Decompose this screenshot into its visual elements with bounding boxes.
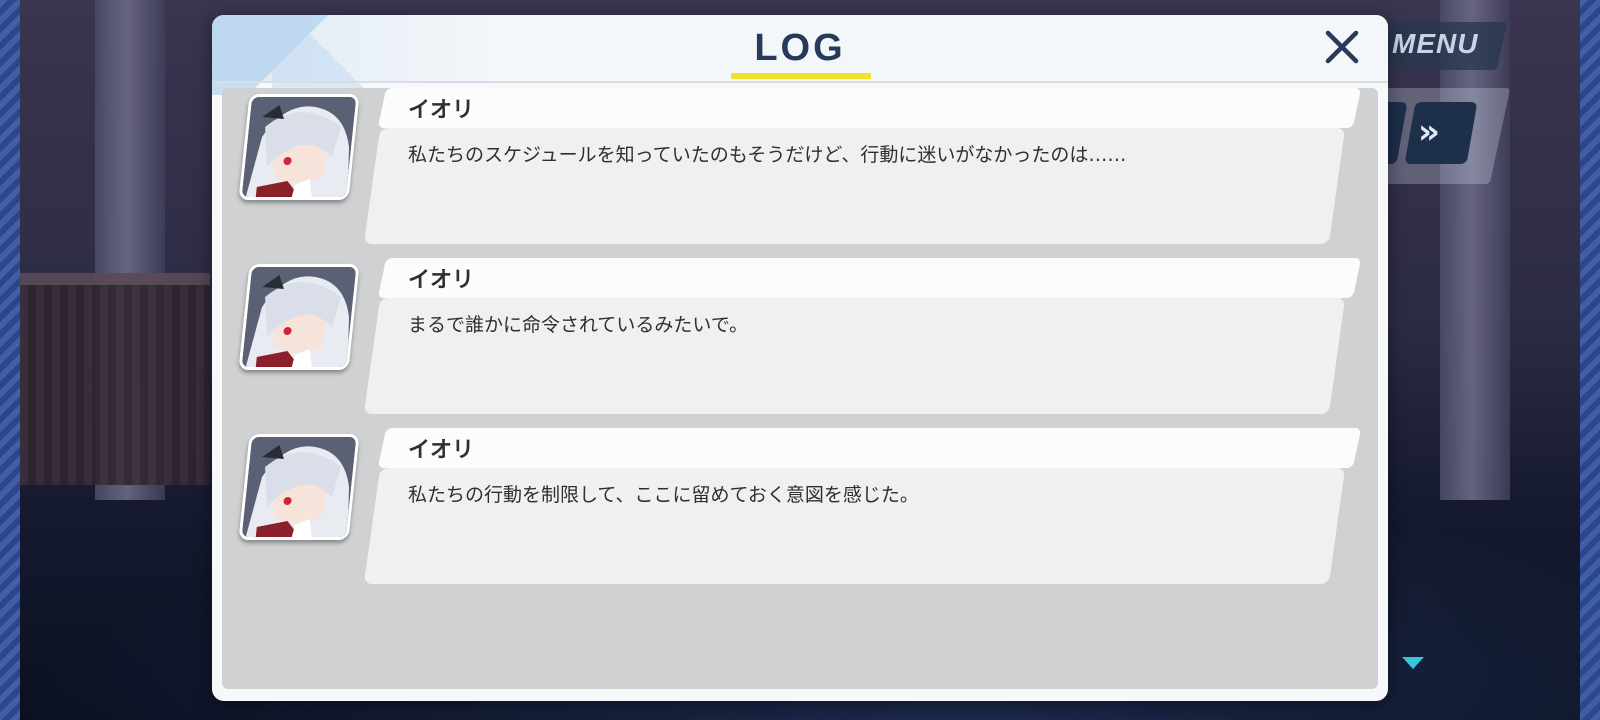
log-title: LOG [754,27,846,69]
dialogue-text: 私たちの行動を制限して、ここに留めておく意図を感じた。 [408,484,919,506]
speaker-name-bar [377,88,1362,128]
background-wall-panel [20,273,210,485]
log-header: LOG [212,15,1388,95]
dialogue-text: まるで誰かに命令されているみたいで。 [408,314,749,336]
speaker-portrait [238,94,360,200]
fast-forward-icon[interactable]: » [1418,112,1440,152]
speaker-name: イオリ [408,438,475,463]
title-underline [731,73,871,79]
log-entry: イオリ 私たちのスケジュールを知っていたのもそうだけど、行動に迷いがなかったのは… [222,88,1378,258]
speaker-portrait [238,264,360,370]
next-indicator-icon [1402,657,1424,669]
skip-button[interactable] [1404,102,1478,164]
log-entry: イオリ まるで誰かに命令されているみたいで。 [222,258,1378,428]
iori-portrait-image [238,97,360,197]
speaker-name: イオリ [408,268,475,293]
iori-portrait-image [238,437,360,537]
speaker-name: イオリ [408,98,475,123]
dialogue-text: 私たちのスケジュールを知っていたのもそうだけど、行動に迷いがなかったのは…… [408,144,1127,166]
log-scroll-area[interactable]: イオリ チナツの言う通り、訓練から戻るのを待っていたかのように襲ってきた。 イオ… [222,88,1378,689]
speaker-name-bar [377,258,1362,298]
speaker-name-bar [377,428,1362,468]
close-button[interactable] [1320,25,1364,69]
menu-label[interactable]: MENU [1392,28,1478,60]
log-entry: イオリ 私たちの行動を制限して、ここに留めておく意図を感じた。 [222,428,1378,598]
close-icon[interactable] [1320,25,1364,69]
speaker-portrait [238,434,360,540]
log-panel: LOG イオリ チナツの言う通り、訓練から戻るのを待っていたかのように襲ってきた… [212,15,1388,701]
log-list: イオリ チナツの言う通り、訓練から戻るのを待っていたかのように襲ってきた。 イオ… [222,88,1378,598]
background-pillar [1440,0,1510,500]
iori-portrait-image [238,267,360,367]
